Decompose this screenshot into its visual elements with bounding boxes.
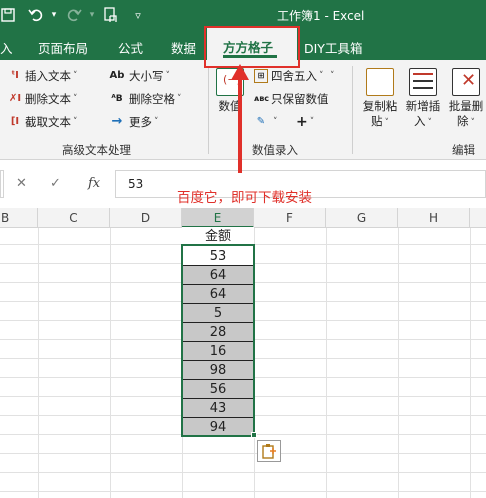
new-insert-label-2: 入 [414,114,426,128]
column-header-e[interactable]: E [182,208,254,228]
undo-icon[interactable] [24,5,48,25]
extract-text-icon: [I [10,116,20,127]
ribbon-separator [208,66,209,154]
fill-handle[interactable] [251,432,257,438]
batch-delete-label-2: 除 [457,114,469,128]
undo-dropdown-icon[interactable]: ▾ [48,5,60,25]
insert-function-icon[interactable]: fx [88,176,100,191]
red-arrow-shaft [238,78,242,173]
text-group-label: 高级文本处理 [62,143,131,157]
tab-highlight-box [204,26,300,68]
column-header-c[interactable]: C [38,208,110,228]
tab-formulas[interactable]: 公式 [118,38,143,57]
round-label: 四舍五入 [271,69,317,83]
grid-line [0,472,486,473]
delete-text-label: 删除文本 [25,92,71,106]
tab-diy-toolbox[interactable]: DIY工具箱 [304,38,362,57]
touch-mode-icon[interactable] [100,5,122,25]
edit-icon: ✎ [256,116,266,127]
column-header-f[interactable]: F [254,208,326,228]
delete-grid-icon: ✕ [452,68,480,96]
delete-space-icon: ᴬB [111,94,123,104]
column-header-b[interactable]: B [0,208,38,228]
download-annotation: 百度它，即可下载安装 [177,190,312,206]
selection-border [181,244,255,437]
redo-icon[interactable] [62,5,86,25]
abc-icon: ᴀʙᴄ [254,94,270,103]
enter-icon[interactable]: ✓ [50,176,61,191]
number-group-label: 数值录入 [252,143,298,157]
tab-insert[interactable]: 入 [0,38,13,57]
name-box[interactable] [0,170,4,198]
customize-toolbar-icon[interactable]: ▿ [128,5,148,25]
column-header-d[interactable]: D [110,208,182,228]
delete-space-button[interactable]: ᴬB 删除空格 ˅ [108,89,181,109]
case-label: 大小写 [129,69,164,83]
round-button[interactable]: ⊞ 四舍五入 ˅ [254,66,324,86]
clipboard-icon [366,68,394,96]
keep-value-label: 只保留数值 [271,92,329,106]
copy-paste-button[interactable]: 复制粘 贴 ˅ [360,68,400,131]
save-icon[interactable] [0,5,16,25]
keep-value-button[interactable]: ᴀʙᴄ 只保留数值 [254,89,329,109]
delete-space-label: 删除空格 [129,92,175,106]
edit-group-label: 编辑 [452,143,475,157]
insert-text-button[interactable]: ᵗI 插入文本 ˅ [8,66,77,86]
grid-line [0,453,486,454]
grid-line [326,228,327,498]
redo-dropdown-icon[interactable]: ▾ [86,5,98,25]
batch-delete-button[interactable]: ✕ 批量删 除 ˅ [446,68,486,131]
delete-text-button[interactable]: ✗I 删除文本 ˅ [8,89,78,109]
tab-page-layout[interactable]: 页面布局 [38,38,88,57]
copy-paste-label-2: 贴 [371,114,383,128]
more-label: 更多 [129,115,152,129]
plus-button[interactable]: + ˅ [296,112,314,132]
batch-delete-label-1: 批量删 [448,99,484,113]
insert-text-label: 插入文本 [25,69,71,83]
case-button[interactable]: Ab 大小写 ˅ [108,66,170,86]
case-icon: Ab [109,70,125,81]
grid-line [470,228,471,498]
round-dropdown[interactable]: ˅ [328,66,335,86]
insert-text-icon: ᵗI [11,70,19,81]
tab-data[interactable]: 数据 [171,38,196,57]
window-title: 工作簿1 - Excel [277,9,365,23]
delete-text-icon: ✗I [8,93,22,104]
new-insert-button[interactable]: 新增插 入 ˅ [403,68,443,131]
new-insert-label-1: 新增插 [405,99,441,113]
copy-paste-label-1: 复制粘 [362,99,398,113]
cancel-icon[interactable]: ✕ [16,176,27,191]
grid-line [0,491,486,492]
round-icon: ⊞ [254,69,268,83]
paste-options-icon[interactable] [257,440,281,462]
column-header-g[interactable]: G [326,208,398,228]
grid-line [110,228,111,498]
insert-rows-icon [409,68,437,96]
grid-line [398,228,399,498]
plus-label: + [296,114,308,130]
ribbon-separator [352,66,353,154]
edit-icon-button[interactable]: ✎ ˅ [254,112,278,132]
extract-text-button[interactable]: [I 截取文本 ˅ [8,112,78,132]
extract-text-label: 截取文本 [25,115,71,129]
more-button[interactable]: → 更多 ˅ [108,112,159,132]
column-header-row: B C D E F G H [0,208,486,228]
grid-line [38,228,39,498]
arrow-right-icon: → [111,114,123,129]
column-header-h[interactable]: H [398,208,470,228]
